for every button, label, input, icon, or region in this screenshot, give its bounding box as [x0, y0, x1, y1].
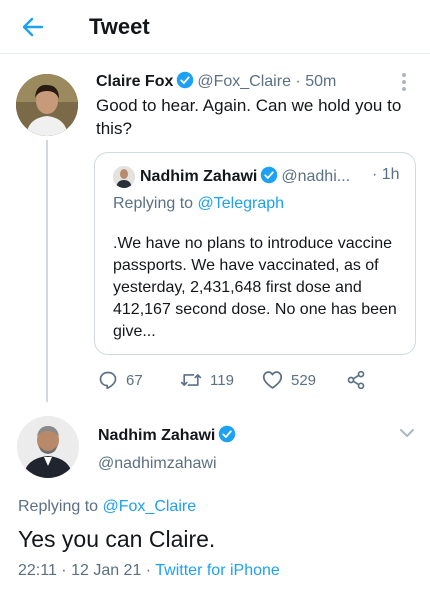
quoted-replying-to: Replying to @Telegraph: [113, 195, 284, 213]
tweet1-header: Claire Fox @Fox_Claire · 50m: [96, 71, 336, 91]
top-bar: Tweet: [0, 0, 430, 54]
thread-line: [46, 140, 48, 402]
replying-prefix: Replying to: [113, 195, 194, 212]
more-icon: [402, 73, 406, 91]
reply-count: 67: [126, 371, 143, 389]
replying-prefix: Replying to: [18, 498, 99, 515]
author-handle[interactable]: @nadhimzahawi: [98, 455, 217, 473]
tweet-menu-button[interactable]: [399, 426, 415, 444]
verified-badge-icon: [261, 166, 278, 184]
like-icon: [262, 371, 283, 389]
quoted-author-name: Nadhim Zahawi: [140, 168, 258, 185]
quoted-tweet[interactable]: Nadhim Zahawi @nadhi... · 1h Replying to …: [94, 152, 416, 355]
author-handle[interactable]: @Fox_Claire: [197, 73, 291, 90]
back-arrow-icon: [22, 17, 44, 37]
author-name-text: Nadhim Zahawi: [98, 427, 216, 444]
tweet-time: · 50m: [295, 73, 337, 90]
avatar[interactable]: [17, 416, 79, 478]
replying-to-link[interactable]: @Fox_Claire: [103, 498, 197, 515]
claire-fox-avatar-image: [16, 74, 78, 136]
share-icon: [347, 370, 365, 390]
like-count: 529: [291, 371, 317, 389]
tweet-source-link[interactable]: Twitter for iPhone: [155, 562, 280, 579]
author-name[interactable]: Claire Fox: [96, 73, 173, 90]
tweet-text: Good to hear. Again. Can we hold you to …: [96, 96, 402, 138]
quoted-time: · 1h: [372, 166, 400, 183]
chevron-down-icon: [400, 429, 414, 437]
quoted-author-handle: @nadhi...: [281, 168, 351, 185]
reply-icon: [99, 371, 117, 390]
share-button[interactable]: [346, 369, 374, 391]
back-button[interactable]: [18, 12, 48, 42]
quoted-header: Nadhim Zahawi @nadhi...: [140, 166, 350, 186]
avatar: [113, 166, 135, 188]
tweet-timestamp: 22:11 · 12 Jan 21 ·: [18, 562, 156, 579]
retweet-count: 119: [210, 371, 234, 389]
tweet-text: Yes you can Claire.: [18, 526, 216, 552]
verified-badge-icon: [177, 71, 194, 89]
quoted-tweet-text: .We have no plans to introduce vaccine p…: [113, 235, 397, 340]
reply-button[interactable]: 67: [98, 369, 143, 391]
replying-to-link[interactable]: @Telegraph: [198, 195, 285, 212]
verified-badge-icon: [219, 425, 236, 443]
author-name[interactable]: Nadhim Zahawi: [98, 425, 239, 445]
page-title: Tweet: [89, 14, 150, 39]
nadhim-zahawi-avatar-image: [17, 416, 79, 478]
retweet-button[interactable]: 119: [180, 369, 234, 391]
nadhim-zahawi-avatar-image: [113, 166, 135, 188]
avatar[interactable]: [16, 74, 78, 136]
like-button[interactable]: 529: [262, 369, 316, 391]
retweet-icon: [180, 374, 202, 386]
replying-to: Replying to @Fox_Claire: [18, 498, 196, 516]
tweet-meta: 22:11 · 12 Jan 21 · Twitter for iPhone: [18, 562, 280, 580]
